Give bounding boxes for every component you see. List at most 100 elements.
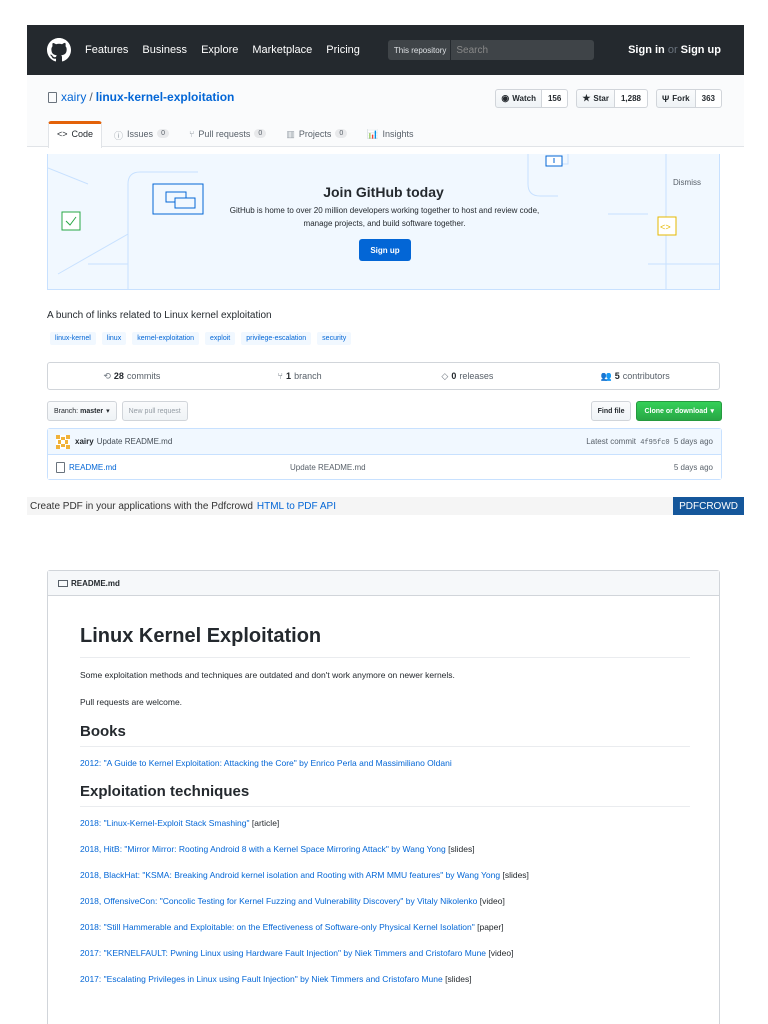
- repo-owner-link[interactable]: xairy: [61, 90, 86, 104]
- technique-tag: [video]: [488, 948, 514, 958]
- topic-tag[interactable]: linux-kernel: [50, 332, 96, 345]
- topics-list: linux-kernel linux kernel-exploitation e…: [50, 332, 357, 345]
- technique-link[interactable]: 2017: "Escalating Privileges in Linux us…: [80, 974, 443, 984]
- branches-link[interactable]: ⑂ 1 branch: [216, 363, 384, 389]
- repo-icon: [48, 91, 57, 103]
- banner-signup-button[interactable]: Sign up: [359, 239, 411, 261]
- branch-label: branch: [294, 371, 322, 381]
- readme-content: Linux Kernel Exploitation Some exploitat…: [80, 625, 690, 999]
- file-navigation: Branch: master ▾ New pull request Find f…: [47, 401, 722, 421]
- nav-pricing[interactable]: Pricing: [326, 44, 360, 56]
- project-icon: ▥: [286, 129, 295, 139]
- people-icon: 👥: [600, 370, 612, 381]
- technique-link[interactable]: 2018: "Linux-Kernel-Exploit Stack Smashi…: [80, 818, 250, 828]
- fork-button[interactable]: Ψ Fork: [656, 89, 696, 108]
- repo-description: A bunch of links related to Linux kernel…: [47, 310, 272, 321]
- tag-icon: ◇: [441, 370, 449, 381]
- releases-link[interactable]: ◇ 0 releases: [384, 363, 552, 389]
- technique-link[interactable]: 2018, OffensiveCon: "Concolic Testing fo…: [80, 896, 477, 906]
- pdfcrowd-button[interactable]: PDFCROWD: [673, 497, 744, 515]
- readme-box: README.md Linux Kernel Exploitation Some…: [47, 570, 720, 1024]
- file-name-link[interactable]: README.md: [69, 463, 290, 472]
- search-input[interactable]: This repository Search: [387, 40, 594, 60]
- tab-insights-label: Insights: [382, 129, 414, 139]
- commit-author[interactable]: xairy: [75, 437, 94, 446]
- commit-sha[interactable]: 4f95fc0: [640, 439, 669, 447]
- avatar[interactable]: [56, 434, 70, 449]
- pdfcrowd-link[interactable]: HTML to PDF API: [257, 501, 336, 512]
- graph-icon: 📊: [367, 129, 379, 139]
- topic-tag[interactable]: exploit: [205, 332, 236, 345]
- new-pull-request-button[interactable]: New pull request: [121, 401, 188, 421]
- or-text: or: [667, 44, 678, 56]
- nav-features[interactable]: Features: [85, 44, 128, 56]
- site-header: Features Business Explore Marketplace Pr…: [27, 25, 744, 75]
- branch-icon: ⑂: [277, 371, 284, 381]
- file-age: 5 days ago: [673, 462, 713, 472]
- latest-commit-info: Latest commit 4f95fc0 5 days ago: [586, 437, 713, 447]
- topic-tag[interactable]: kernel-exploitation: [132, 332, 200, 345]
- tab-projects-label: Projects: [298, 129, 332, 139]
- readme-title: Linux Kernel Exploitation: [80, 625, 690, 658]
- file-commit-message[interactable]: Update README.md: [290, 463, 366, 472]
- list-item: 2018, BlackHat: "KSMA: Breaking Android …: [80, 869, 690, 881]
- sign-in-link[interactable]: Sign in: [628, 44, 665, 56]
- nav-business[interactable]: Business: [142, 44, 187, 56]
- tab-pull-requests[interactable]: ⑂ Pull requests 0: [181, 121, 274, 147]
- search-scope-label: This repository: [388, 40, 452, 60]
- tab-code-label: Code: [71, 129, 94, 139]
- technique-link[interactable]: 2018, HitB: "Mirror Mirror: Rooting Andr…: [80, 844, 446, 854]
- star-button[interactable]: ★ Star: [576, 89, 615, 108]
- fork-icon: Ψ: [662, 93, 670, 104]
- clone-download-label: Clone or download: [644, 407, 708, 415]
- file-table: xairy Update README.md Latest commit 4f9…: [47, 428, 722, 480]
- github-logo-icon[interactable]: [47, 38, 71, 62]
- releases-count: 0: [451, 371, 457, 381]
- banner-dismiss-button[interactable]: Dismiss: [673, 178, 701, 187]
- technique-tag: [slides]: [448, 844, 475, 854]
- topic-tag[interactable]: linux: [101, 332, 127, 345]
- tab-projects[interactable]: ▥ Projects 0: [278, 121, 355, 147]
- repo-head: xairy / linux-kernel-exploitation ◉ Watc…: [27, 75, 744, 148]
- tab-insights[interactable]: 📊 Insights: [359, 121, 421, 147]
- technique-link[interactable]: 2018: "Still Hammerable and Exploitable:…: [80, 922, 475, 932]
- repo-name-link[interactable]: linux-kernel-exploitation: [96, 90, 235, 104]
- signup-banner: <> Join GitHub today GitHub is home to o…: [47, 154, 720, 290]
- commit-message[interactable]: Update README.md: [97, 437, 173, 446]
- commit-tease: xairy Update README.md Latest commit 4f9…: [48, 429, 721, 455]
- fork-count[interactable]: 363: [695, 89, 722, 108]
- clone-download-button[interactable]: Clone or download ▾: [636, 401, 722, 421]
- sign-up-link[interactable]: Sign up: [681, 44, 721, 56]
- table-row: README.md Update README.md 5 days ago: [48, 455, 721, 479]
- nav-marketplace[interactable]: Marketplace: [252, 44, 312, 56]
- tab-code[interactable]: <> Code: [48, 121, 103, 148]
- branch-count: 1: [286, 371, 292, 381]
- readme-pr-note: Pull requests are welcome.: [80, 697, 183, 707]
- find-file-button[interactable]: Find file: [590, 401, 632, 421]
- star-group: ★ Star 1,288: [576, 89, 648, 108]
- pdfcrowd-text: Create PDF in your applications with the…: [30, 500, 253, 512]
- list-item: 2017: "Escalating Privileges in Linux us…: [80, 973, 690, 985]
- commits-link[interactable]: ⟲ 28 commits: [48, 363, 216, 389]
- technique-link[interactable]: 2017: "KERNELFAULT: Pwning Linux using H…: [80, 948, 486, 958]
- star-count[interactable]: 1,288: [614, 89, 648, 108]
- technique-tag: [slides]: [445, 974, 472, 984]
- book-link[interactable]: 2012: "A Guide to Kernel Exploitation: A…: [80, 758, 452, 768]
- path-separator: /: [89, 90, 93, 104]
- eye-icon: ◉: [501, 93, 510, 103]
- topic-tag[interactable]: privilege-escalation: [241, 332, 312, 345]
- watch-button[interactable]: ◉ Watch: [495, 89, 542, 108]
- list-item: 2018: "Linux-Kernel-Exploit Stack Smashi…: [80, 817, 690, 829]
- releases-label: releases: [459, 371, 494, 381]
- list-item: 2018, OffensiveCon: "Concolic Testing fo…: [80, 895, 690, 907]
- readme-filename: README.md: [71, 578, 120, 588]
- history-icon: ⟲: [103, 370, 111, 381]
- topic-tag[interactable]: security: [317, 332, 352, 345]
- contributors-link[interactable]: 👥 5 contributors: [551, 363, 719, 389]
- commit-age: 5 days ago: [673, 436, 713, 446]
- tab-issues[interactable]: ⓘ Issues 0: [106, 121, 177, 147]
- nav-explore[interactable]: Explore: [201, 44, 238, 56]
- watch-count[interactable]: 156: [541, 89, 569, 108]
- branch-select-button[interactable]: Branch: master ▾: [47, 401, 117, 421]
- technique-link[interactable]: 2018, BlackHat: "KSMA: Breaking Android …: [80, 870, 500, 880]
